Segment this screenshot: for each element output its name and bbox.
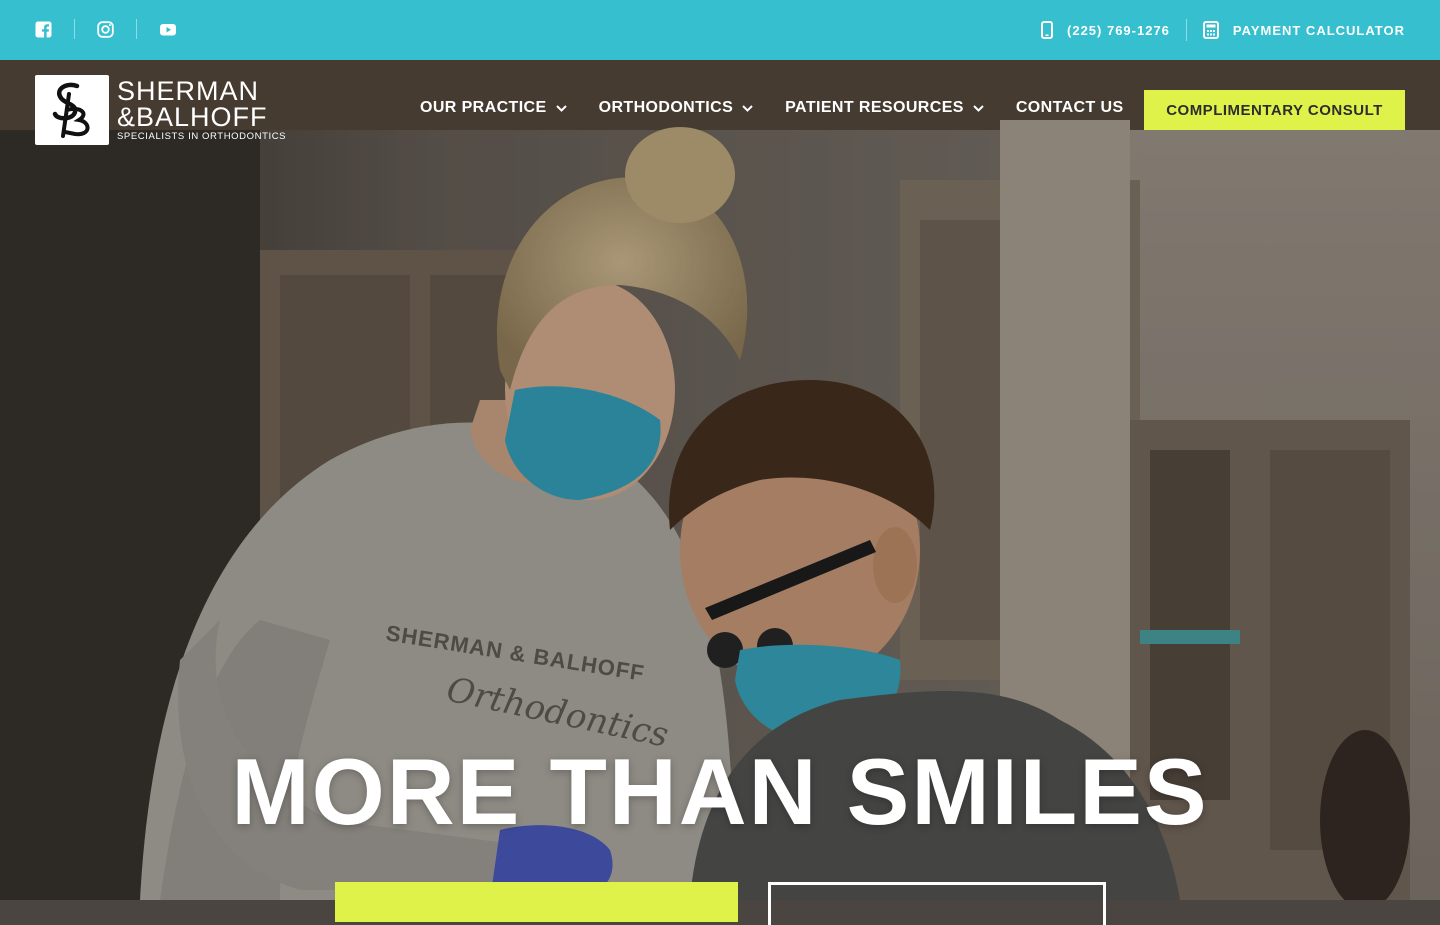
chevron-down-icon — [973, 104, 984, 112]
phone-number: (225) 769-1276 — [1067, 22, 1170, 38]
logo-tagline: SPECIALISTS IN ORTHODONTICS — [117, 131, 287, 143]
payment-calculator-link[interactable]: PAYMENT CALCULATOR — [1202, 21, 1405, 39]
instagram-icon[interactable] — [97, 20, 114, 38]
chevron-down-icon — [742, 104, 753, 112]
nav-item-label: CONTACT US — [1015, 99, 1124, 116]
top-bar: (225) 769-1276 PAYMENT CALCULATOR — [0, 0, 1440, 60]
mobile-phone-icon — [1041, 21, 1054, 39]
nav-item-contact-us[interactable]: CONTACT US — [1016, 99, 1124, 117]
nav-item-label: OUR PRACTICE — [420, 99, 547, 116]
logo-mark-icon — [35, 75, 109, 145]
nav-item-label: PATIENT RESOURCES — [785, 99, 964, 116]
calculator-icon — [1202, 21, 1219, 39]
top-bar-links: (225) 769-1276 PAYMENT CALCULATOR — [1041, 0, 1405, 60]
main-nav: OUR PRACTICE ORTHODONTICS PATIENT RESOUR… — [420, 99, 1156, 117]
divider — [74, 19, 75, 39]
youtube-icon[interactable] — [159, 21, 177, 38]
nav-item-patient-resources[interactable]: PATIENT RESOURCES — [785, 99, 984, 117]
hero-secondary-button[interactable] — [768, 882, 1106, 925]
site-logo[interactable]: SHERMAN &BALHOFF SPECIALISTS IN ORTHODON… — [35, 75, 286, 145]
logo-line-2: &BALHOFF — [117, 102, 268, 133]
divider — [136, 19, 137, 39]
logo-line-1: SHERMAN — [117, 76, 260, 107]
nav-item-label: ORTHODONTICS — [598, 99, 734, 116]
payment-calculator-label: PAYMENT CALCULATOR — [1232, 22, 1405, 38]
logo-wordmark: SHERMAN &BALHOFF SPECIALISTS IN ORTHODON… — [117, 78, 286, 142]
nav-item-our-practice[interactable]: OUR PRACTICE — [420, 99, 567, 117]
hero-headline: MORE THAN SMILES — [231, 739, 1209, 844]
complimentary-consult-button[interactable]: COMPLIMENTARY CONSULT — [1144, 90, 1405, 130]
hero-primary-button[interactable] — [335, 882, 738, 922]
nav-item-orthodontics[interactable]: ORTHODONTICS — [599, 99, 754, 117]
facebook-icon[interactable] — [35, 21, 52, 38]
chevron-down-icon — [555, 104, 567, 112]
divider — [1185, 19, 1187, 41]
phone-link[interactable]: (225) 769-1276 — [1041, 21, 1170, 39]
social-links — [35, 19, 177, 39]
